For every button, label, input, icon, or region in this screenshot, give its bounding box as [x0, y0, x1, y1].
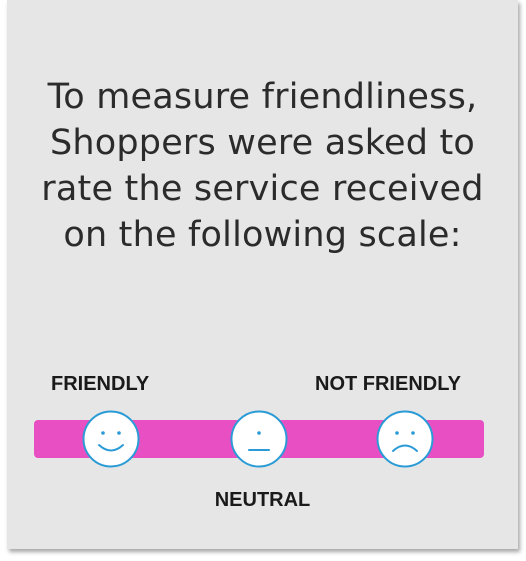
friendliness-scale-card: To measure friendliness, Shoppers were a… — [7, 0, 518, 549]
intro-line-3: rate the service received — [41, 169, 484, 209]
not-friendly-label: NOT FRIENDLY — [315, 373, 461, 395]
intro-line-4: on the following scale: — [63, 215, 462, 255]
intro-line-2: Shoppers were asked to — [49, 123, 476, 163]
frowning-face-icon — [376, 410, 434, 468]
intro-line-1: To measure friendliness, — [47, 77, 478, 117]
neutral-label: NEUTRAL — [214, 489, 311, 511]
friendly-label: FRIENDLY — [51, 373, 150, 395]
smiling-face-icon — [82, 410, 140, 468]
intro-text: To measure friendliness, Shoppers were a… — [7, 74, 518, 258]
neutral-face-icon — [230, 410, 288, 468]
